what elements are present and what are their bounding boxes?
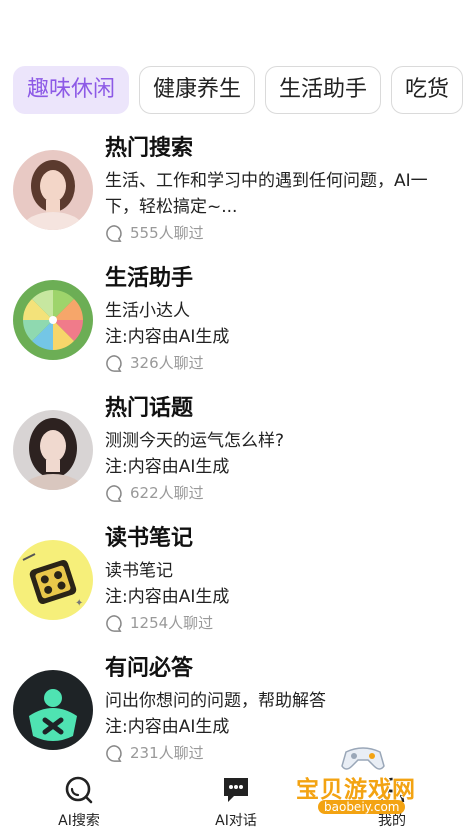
list-item[interactable]: 生活助手 生活小达人 注:内容由AI生成 326人聊过 <box>0 258 471 388</box>
search-icon <box>65 776 93 804</box>
list-item[interactable]: 热门搜索 生活、工作和学习中的遇到任何问题，AI一下，轻松搞定~... 555人… <box>0 128 471 258</box>
item-desc: 生活小达人 <box>105 301 190 321</box>
item-title: 有问必答 <box>105 656 194 681</box>
avatar <box>13 280 93 360</box>
tab-fun[interactable]: 趣味休闲 <box>13 66 130 114</box>
item-desc: 生活、工作和学习中的遇到任何问题，AI一下，轻松搞定~... <box>105 171 428 217</box>
avatar: ✦ <box>13 540 93 620</box>
robot-icon <box>13 670 93 750</box>
item-title: 生活助手 <box>105 266 194 291</box>
girl-portrait-icon <box>13 150 93 230</box>
chat-bubble-icon <box>106 354 122 372</box>
fan-icon <box>13 280 93 360</box>
tab-food[interactable]: 吃货 <box>391 66 464 114</box>
item-desc: 测测今天的运气怎么样? <box>105 431 285 451</box>
girl-portrait-icon <box>13 410 93 490</box>
chat-bubble-icon <box>106 614 122 632</box>
nav-label: AI对话 <box>215 813 257 829</box>
ai-note: 注:内容由AI生成 <box>105 327 230 347</box>
chat-count: 555人聊过 <box>105 222 460 244</box>
avatar <box>13 150 93 230</box>
book-icon: ✦ <box>13 540 93 620</box>
nav-label: AI搜索 <box>58 813 100 829</box>
ai-note: 注:内容由AI生成 <box>105 457 230 477</box>
watermark-text: 宝贝游戏网 <box>296 777 416 803</box>
nav-ai-search[interactable]: AI搜索 <box>29 774 129 830</box>
chat-bubble-icon <box>106 744 122 762</box>
assistant-list: 热门搜索 生活、工作和学习中的遇到任何问题，AI一下，轻松搞定~... 555人… <box>0 128 471 778</box>
site-watermark: 宝贝游戏网 baobeiy.com <box>296 742 446 832</box>
chat-bubble-icon <box>106 484 122 502</box>
item-desc: 读书笔记 <box>105 561 173 581</box>
tab-health[interactable]: 健康养生 <box>139 66 256 114</box>
category-tabs: 趣味休闲 健康养生 生活助手 吃货 <box>13 66 471 114</box>
item-title: 读书笔记 <box>105 526 194 551</box>
avatar <box>13 410 93 490</box>
item-title: 热门话题 <box>105 396 194 421</box>
tab-life-helper[interactable]: 生活助手 <box>265 66 382 114</box>
gamepad-icon <box>341 747 385 770</box>
chat-count: 622人聊过 <box>105 482 460 504</box>
list-item[interactable]: ✦ 读书笔记 读书笔记 注:内容由AI生成 1254人聊过 <box>0 518 471 648</box>
chat-bubble-icon <box>106 224 122 242</box>
chat-icon <box>224 778 248 802</box>
chat-count: 1254人聊过 <box>105 612 460 634</box>
ai-note: 注:内容由AI生成 <box>105 717 230 737</box>
svg-text:✦: ✦ <box>75 598 83 609</box>
ai-note: 注:内容由AI生成 <box>105 587 230 607</box>
item-desc: 问出你想问的问题，帮助解答 <box>105 691 326 711</box>
list-item[interactable]: 热门话题 测测今天的运气怎么样? 注:内容由AI生成 622人聊过 <box>0 388 471 518</box>
avatar <box>13 670 93 750</box>
chat-count: 326人聊过 <box>105 352 460 374</box>
watermark-url: baobeiy.com <box>318 800 406 814</box>
nav-ai-chat[interactable]: AI对话 <box>186 774 286 830</box>
item-title: 热门搜索 <box>105 136 194 161</box>
